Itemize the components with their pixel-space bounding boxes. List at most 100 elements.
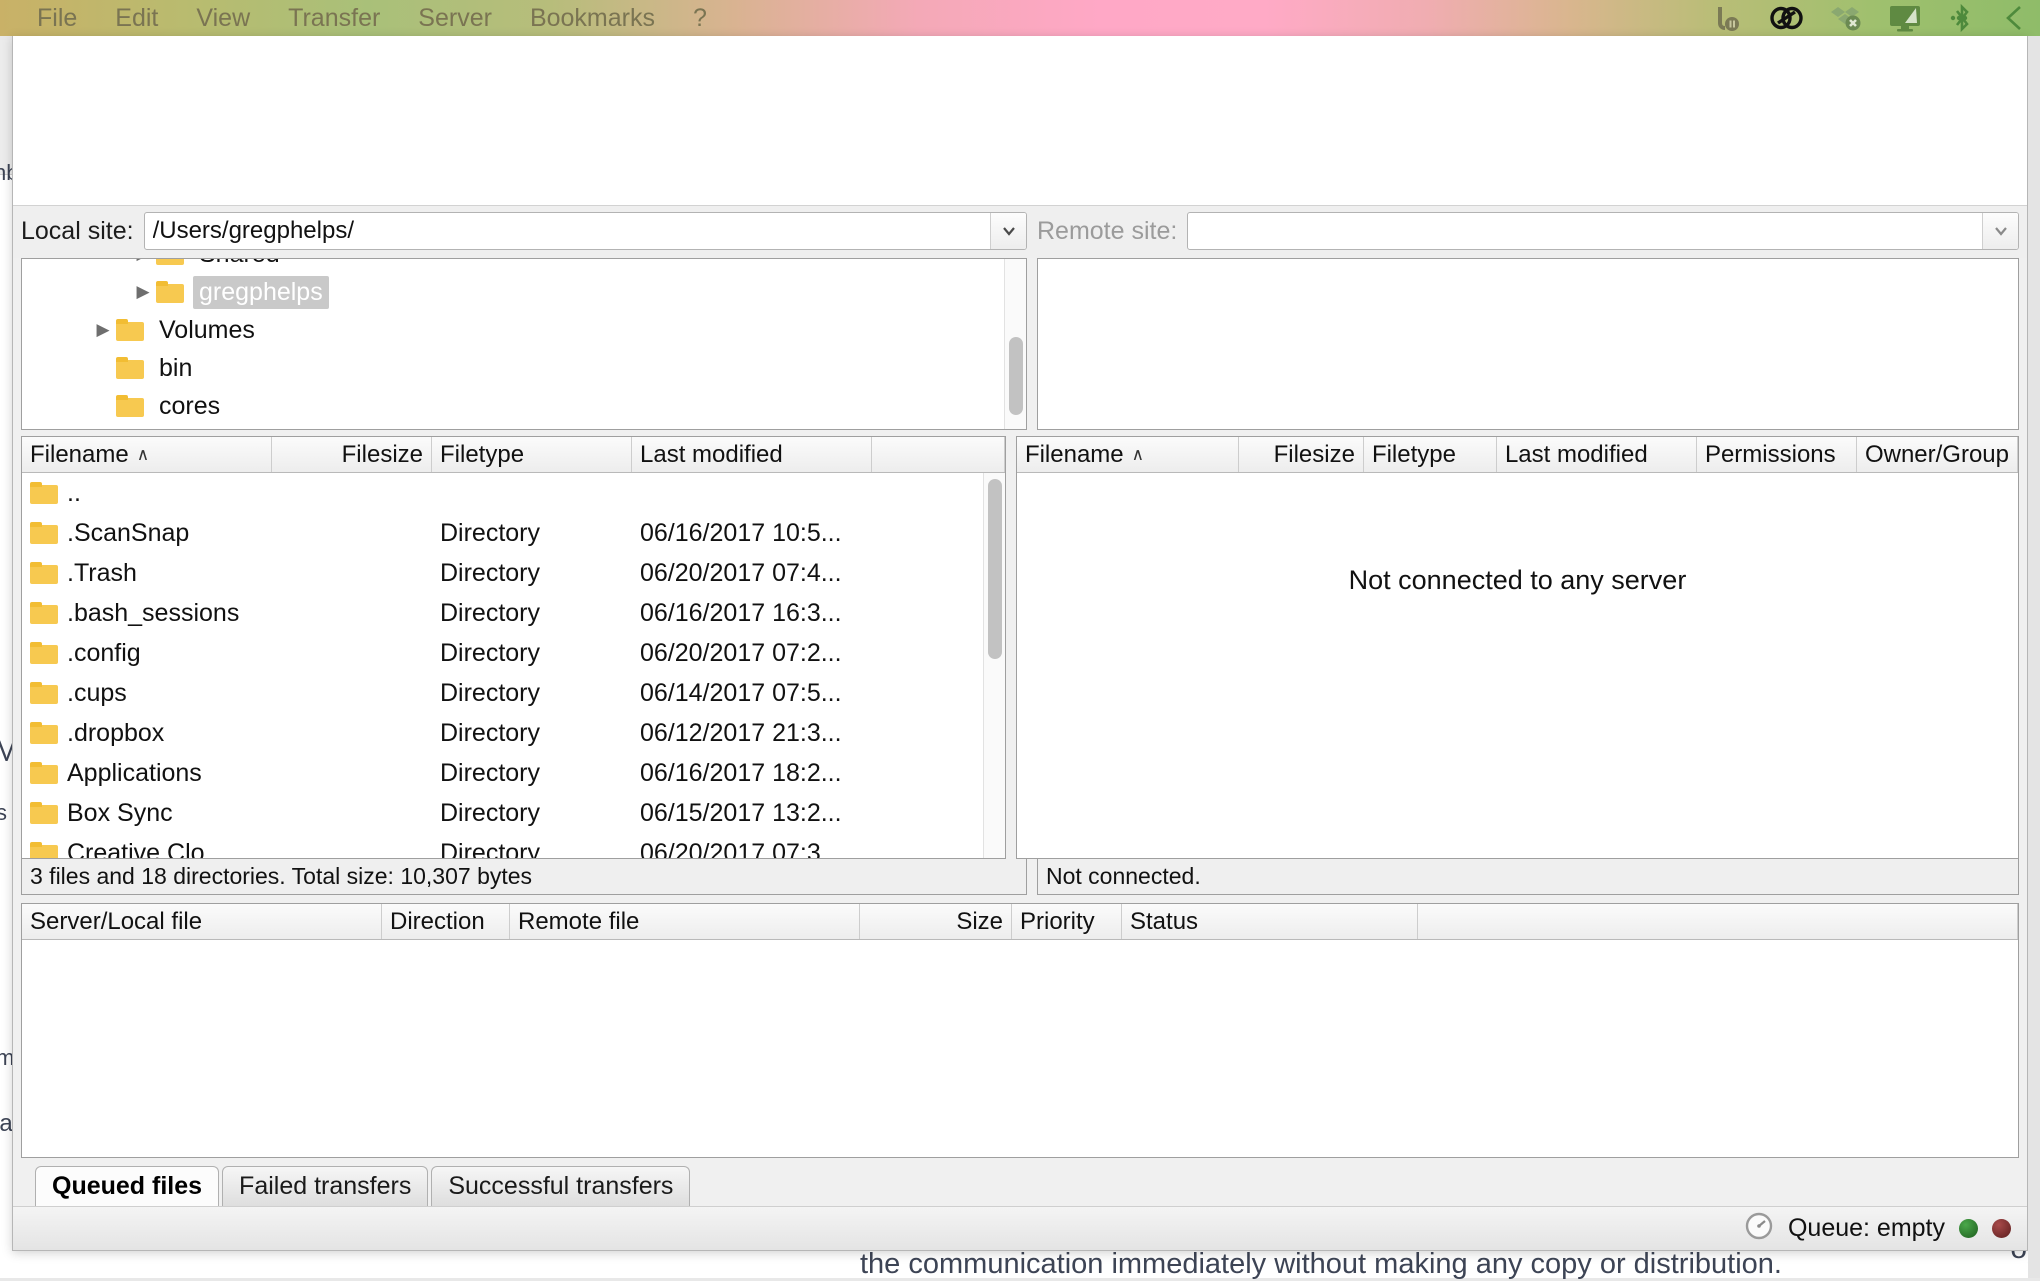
table-row[interactable]: .configDirectory06/20/2017 07:2... bbox=[22, 633, 1005, 673]
local-site-combo[interactable] bbox=[144, 212, 1027, 250]
local-site-dropdown-button[interactable] bbox=[990, 213, 1026, 249]
table-row[interactable]: .dropboxDirectory06/12/2017 21:3... bbox=[22, 713, 1005, 753]
local-site-bar: Local site: bbox=[21, 212, 1027, 250]
queue-header-size[interactable]: Size bbox=[860, 904, 1012, 939]
tree-node-label: Shared bbox=[193, 258, 286, 271]
tree-node[interactable]: ▶ gregphelps bbox=[22, 273, 1026, 311]
macos-menu-bar: File Edit View Transfer Server Bookmarks… bbox=[0, 0, 2040, 36]
remote-directory-tree[interactable] bbox=[1037, 258, 2019, 430]
remote-site-combo[interactable] bbox=[1187, 212, 2019, 250]
table-row[interactable]: .. bbox=[22, 473, 1005, 513]
file-name-cell: .ScanSnap bbox=[22, 519, 272, 548]
remote-header-ownergroup[interactable]: Owner/Group bbox=[1857, 437, 2018, 472]
file-type-cell: Directory bbox=[432, 599, 632, 628]
queue-header-remotefile[interactable]: Remote file bbox=[510, 904, 860, 939]
local-header-filesize[interactable]: Filesize bbox=[272, 437, 432, 472]
menu-item-help[interactable]: ? bbox=[674, 0, 726, 36]
table-row[interactable]: Box SyncDirectory06/15/2017 13:2... bbox=[22, 793, 1005, 833]
chevron-right-icon[interactable]: ▶ bbox=[90, 320, 116, 340]
remote-site-bar: Remote site: bbox=[1037, 212, 2019, 250]
menu-item-edit[interactable]: Edit bbox=[96, 0, 177, 36]
local-list-scrollbar[interactable] bbox=[983, 473, 1005, 858]
queue-header-size-label: Size bbox=[956, 908, 1003, 936]
remote-header-permissions[interactable]: Permissions bbox=[1697, 437, 1857, 472]
tree-node[interactable]: ▶ Shared bbox=[22, 258, 1026, 273]
queue-header-serverlocalfile-label: Server/Local file bbox=[30, 908, 202, 936]
remote-header-filesize[interactable]: Filesize bbox=[1239, 437, 1364, 472]
local-tree-scrollbar[interactable] bbox=[1004, 259, 1026, 429]
remote-header-filetype[interactable]: Filetype bbox=[1364, 437, 1497, 472]
table-row[interactable]: Creative Clo...Directory06/20/2017 07:3.… bbox=[22, 833, 1005, 858]
remote-header-filename[interactable]: Filename ∧ bbox=[1017, 437, 1239, 472]
local-tree-scroll-thumb[interactable] bbox=[1009, 337, 1023, 415]
remote-header-lastmodified[interactable]: Last modified bbox=[1497, 437, 1697, 472]
remote-header-lastmodified-label: Last modified bbox=[1505, 441, 1648, 469]
queue-status-text: Queue: empty bbox=[1788, 1214, 1945, 1243]
background-fragment-2: s bbox=[0, 800, 7, 826]
toolbar-area bbox=[13, 36, 2027, 206]
local-list-rows[interactable]: ...ScanSnapDirectory06/16/2017 10:5....T… bbox=[22, 473, 1005, 858]
backblaze-pause-icon[interactable] bbox=[1714, 3, 1744, 33]
queue-header-direction[interactable]: Direction bbox=[382, 904, 510, 939]
queue-rows[interactable] bbox=[22, 940, 2018, 1157]
file-name-cell: .cups bbox=[22, 679, 272, 708]
tree-node[interactable]: cores bbox=[22, 387, 1026, 425]
tab-successful-transfers[interactable]: Successful transfers bbox=[431, 1166, 690, 1206]
creative-cloud-icon[interactable] bbox=[1770, 3, 1804, 33]
tree-node[interactable]: ▶Volumes bbox=[22, 311, 1026, 349]
tab-failed-transfers[interactable]: Failed transfers bbox=[222, 1166, 428, 1206]
speedometer-icon bbox=[1744, 1211, 1774, 1246]
file-name-label: .dropbox bbox=[67, 719, 164, 748]
local-header-lastmodified[interactable]: Last modified bbox=[632, 437, 872, 472]
dropbox-error-icon[interactable] bbox=[1830, 3, 1862, 33]
table-row[interactable]: ApplicationsDirectory06/16/2017 18:2... bbox=[22, 753, 1005, 793]
file-type-cell: Directory bbox=[432, 559, 632, 588]
tree-node-label: gregphelps bbox=[193, 276, 329, 309]
file-type-cell: Directory bbox=[432, 679, 632, 708]
local-header-filename-label: Filename bbox=[30, 441, 129, 469]
file-name-cell: .Trash bbox=[22, 559, 272, 588]
background-fragment-4: la bbox=[0, 1110, 13, 1138]
display-icon[interactable] bbox=[1888, 3, 1922, 33]
remote-list-rows[interactable]: Not connected to any server bbox=[1017, 473, 2018, 858]
bluetooth-icon[interactable] bbox=[1948, 3, 1976, 33]
local-header-filename[interactable]: Filename ∧ bbox=[22, 437, 272, 472]
file-modified-cell: 06/16/2017 10:5... bbox=[632, 519, 872, 548]
tab-queued-files[interactable]: Queued files bbox=[35, 1166, 219, 1206]
queue-header-status-label: Status bbox=[1130, 908, 1198, 936]
folder-icon bbox=[30, 562, 58, 584]
background-window-right-edge bbox=[2028, 36, 2040, 1278]
menu-item-transfer[interactable]: Transfer bbox=[269, 0, 399, 36]
chevron-right-icon[interactable]: ▶ bbox=[130, 258, 156, 264]
chevron-down-icon bbox=[1000, 222, 1018, 240]
remote-site-input[interactable] bbox=[1188, 213, 1982, 249]
local-list-scroll-thumb[interactable] bbox=[988, 479, 1002, 659]
tree-node[interactable]: bin bbox=[22, 349, 1026, 387]
folder-icon bbox=[116, 357, 144, 379]
queue-header-status[interactable]: Status bbox=[1122, 904, 1418, 939]
chevron-right-icon[interactable]: ▶ bbox=[130, 282, 156, 302]
local-header-filetype[interactable]: Filetype bbox=[432, 437, 632, 472]
transfer-led-green bbox=[1959, 1219, 1978, 1238]
chevron-down-icon bbox=[1992, 222, 2010, 240]
table-row[interactable]: .bash_sessionsDirectory06/16/2017 16:3..… bbox=[22, 593, 1005, 633]
file-modified-cell: 06/14/2017 07:5... bbox=[632, 679, 872, 708]
remote-site-dropdown-button[interactable] bbox=[1982, 213, 2018, 249]
menu-item-view[interactable]: View bbox=[177, 0, 269, 36]
menu-item-bookmarks[interactable]: Bookmarks bbox=[511, 0, 674, 36]
folder-icon bbox=[30, 722, 58, 744]
local-directory-tree[interactable]: ▶ Shared ▶ gregphelps▶Volumesbincores bbox=[21, 258, 1027, 430]
local-header-filesize-label: Filesize bbox=[342, 441, 423, 469]
queue-header-serverlocalfile[interactable]: Server/Local file bbox=[22, 904, 382, 939]
remote-header-filename-label: Filename bbox=[1025, 441, 1124, 469]
table-row[interactable]: .cups Directory06/14/2017 07:5... bbox=[22, 673, 1005, 713]
airplay-icon[interactable] bbox=[2002, 3, 2026, 33]
local-site-input[interactable] bbox=[145, 213, 990, 249]
menu-item-file[interactable]: File bbox=[18, 0, 96, 36]
queue-header-priority[interactable]: Priority bbox=[1012, 904, 1122, 939]
menu-item-server[interactable]: Server bbox=[399, 0, 511, 36]
table-row[interactable]: .TrashDirectory06/20/2017 07:4... bbox=[22, 553, 1005, 593]
table-row[interactable]: .ScanSnapDirectory06/16/2017 10:5... bbox=[22, 513, 1005, 553]
folder-icon bbox=[30, 842, 58, 858]
sort-ascending-icon: ∧ bbox=[1132, 445, 1144, 465]
